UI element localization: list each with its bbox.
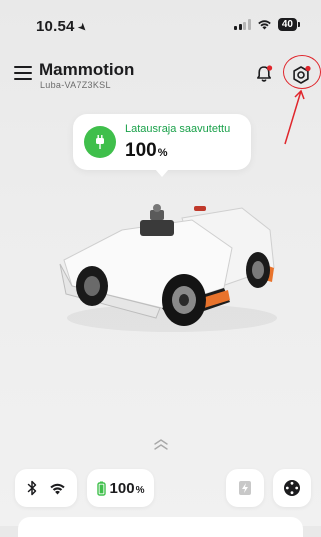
status-bar: 10.54➤ 40 bbox=[0, 0, 321, 52]
mower-battery-pill[interactable]: 100% bbox=[87, 469, 154, 507]
cellular-signal-icon bbox=[234, 19, 251, 30]
mower-battery-value: 100% bbox=[110, 480, 145, 497]
battery-icon bbox=[96, 481, 106, 496]
bottom-status-bar: 100% bbox=[0, 464, 321, 514]
charge-level-value: 100% bbox=[125, 140, 167, 162]
device-battery-level: 40 bbox=[281, 19, 293, 30]
time-text: 10.54 bbox=[36, 18, 75, 35]
bell-icon[interactable] bbox=[254, 64, 274, 84]
device-title: Mammotion bbox=[39, 60, 135, 79]
mower-battery-number: 100 bbox=[109, 479, 135, 497]
connection-status-pill[interactable] bbox=[15, 469, 77, 507]
mower-battery-unit: % bbox=[135, 484, 145, 496]
charge-status-callout: Latausraja saavutettu 100% bbox=[73, 114, 251, 177]
wifi-status-icon bbox=[258, 20, 271, 30]
charge-station-button[interactable] bbox=[226, 469, 264, 507]
chevron-up-icon[interactable] bbox=[151, 438, 171, 452]
charge-limit-label: Latausraja saavutettu bbox=[125, 123, 231, 135]
charge-station-icon bbox=[239, 481, 251, 495]
notification-dot bbox=[267, 65, 273, 71]
joystick-button[interactable] bbox=[273, 469, 311, 507]
location-arrow-icon: ➤ bbox=[74, 20, 90, 36]
plug-icon bbox=[84, 126, 116, 158]
device-id: Luba-VA7Z3KSL bbox=[40, 80, 111, 90]
app-header: Mammotion Luba-VA7Z3KSL bbox=[0, 55, 321, 95]
annotation-circle bbox=[283, 55, 321, 89]
bottom-sheet-edge[interactable] bbox=[18, 517, 303, 537]
status-icons: 40 bbox=[234, 18, 301, 31]
charge-level-unit: % bbox=[157, 147, 168, 159]
menu-icon[interactable] bbox=[14, 66, 32, 80]
mower-image bbox=[59, 204, 277, 332]
status-time: 10.54➤ bbox=[36, 18, 90, 36]
charge-level-number: 100 bbox=[125, 140, 157, 161]
device-battery-icon: 40 bbox=[277, 18, 301, 31]
annotation-arrow bbox=[284, 89, 305, 145]
joystick-icon bbox=[284, 480, 300, 496]
wifi-icon bbox=[49, 483, 65, 494]
bluetooth-icon bbox=[27, 480, 36, 496]
